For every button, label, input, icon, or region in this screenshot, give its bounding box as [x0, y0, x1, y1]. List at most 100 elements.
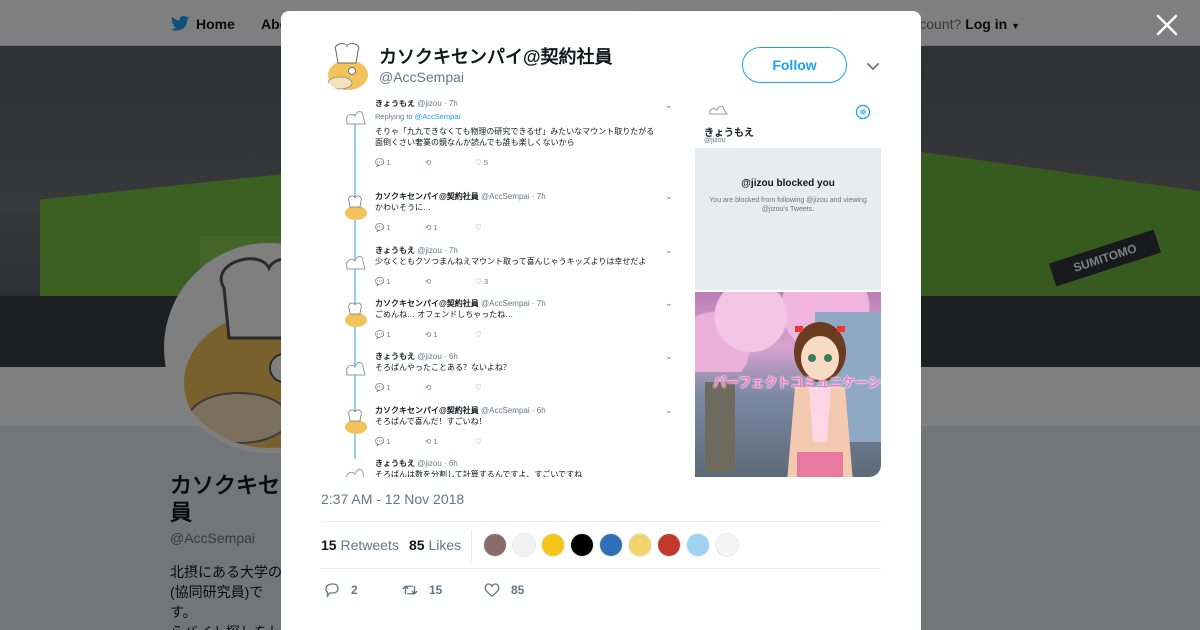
likers-avatars — [483, 533, 739, 557]
thread-retweet-count: ⟲ 1 — [425, 330, 438, 339]
thread-reply-count: 💬 1 — [375, 277, 391, 286]
thread-retweet-count: ⟲ — [425, 158, 432, 167]
replying-label: Replying to — [375, 112, 413, 121]
thread-actions: 💬 1 ⟲ ♡ 3 — [375, 277, 525, 286]
stone-pillar — [705, 382, 735, 472]
liker-avatar[interactable] — [483, 533, 507, 557]
thread-actions: 💬 1 ⟲ 1 ♡ — [375, 223, 525, 232]
reply-icon — [325, 583, 339, 599]
thread-like-count: ♡ 5 — [475, 158, 488, 167]
thread-text: ごめんね… オフェンドしちゃったね… — [375, 310, 514, 319]
retweets-stat[interactable]: 15 Retweets — [321, 537, 399, 553]
liker-avatar[interactable] — [541, 533, 565, 557]
tweet-media[interactable]: きょうもえ @jizou · 7h ⌄ Replying to @AccSemp… — [321, 100, 881, 477]
chevron-down-icon[interactable] — [865, 58, 881, 74]
thread-author-name: きょうもえ — [375, 352, 415, 361]
follow-button[interactable]: Follow — [742, 47, 847, 83]
thread-actions: 💬 1 ⟲ ♡ 5 — [375, 158, 525, 167]
liker-avatar[interactable] — [715, 533, 739, 557]
retweet-count: 15 — [429, 583, 443, 597]
blocked-notice-area: @jizou blocked you You are blocked from … — [695, 148, 881, 290]
thread-text: 少なくともクソつまんねえマウント取って喜んじゃうキッズよりは幸せだよ — [375, 257, 647, 266]
tweet-stats: 15 Retweets 85 Likes — [321, 521, 881, 569]
thread-tweet: きょうもえ @jizou · 7h ⌄ 少なくともクソつまんねえマウント取って喜… — [321, 245, 691, 298]
thread-like-count: ♡ 3 — [475, 277, 488, 286]
anime-girl-figure — [787, 322, 853, 477]
blocked-user-handle: @jizou — [704, 137, 726, 144]
chevron-down-icon: ⌄ — [665, 405, 673, 415]
thread-text: そろばんで喜んだ！すごいね！ — [375, 417, 487, 426]
thread-text: そろばんは数を分割して計算するんですよ、すごいですね — [375, 470, 583, 477]
thread-like-count: ♡ — [475, 437, 482, 446]
liker-avatar[interactable] — [570, 533, 594, 557]
author-avatar[interactable] — [321, 39, 373, 91]
thread-retweet-count: ⟲ 1 — [425, 223, 438, 232]
thread-author-name: きょうもえ — [375, 246, 415, 255]
thread-author-name: きょうもえ — [375, 459, 415, 468]
thread-reply-count: 💬 1 — [375, 383, 391, 392]
liker-avatar[interactable] — [657, 533, 681, 557]
thread-reply-count: 💬 1 — [375, 437, 391, 446]
duck-chef-icon — [345, 409, 367, 434]
thread-author-handle: @AccSempai · 7h — [481, 299, 546, 308]
media-blocked-screenshot[interactable]: きょうもえ @jizou @jizou blocked you You are … — [695, 100, 881, 290]
liker-avatar[interactable] — [599, 533, 623, 557]
thread-text: そりゃ「九九できなくても物理の研究できるぜ」みたいなマウント取りたがる — [375, 127, 655, 136]
thread-actions: 💬 1 ⟲ ♡ — [375, 383, 525, 392]
duck-outline-icon — [346, 362, 366, 376]
duck-chef-icon — [345, 302, 367, 327]
author-handle[interactable]: @AccSempai — [379, 69, 464, 85]
reply-count: 2 — [351, 583, 358, 597]
thread-author-name: カソクキセンパイ@契約社員 — [375, 299, 479, 308]
thread-author-handle: @jizou · 7h — [417, 246, 458, 255]
thread-author-name: カソクキセンパイ@契約社員 — [375, 406, 479, 415]
thread-text: そろばんやったことある？ないよね？ — [375, 363, 511, 372]
media-thread-screenshot[interactable]: きょうもえ @jizou · 7h ⌄ Replying to @AccSemp… — [321, 100, 691, 477]
duck-outline-icon — [709, 105, 728, 115]
liker-avatar[interactable] — [686, 533, 710, 557]
duck-outline-icon — [346, 256, 366, 270]
thread-reply-count: 💬 1 — [375, 223, 391, 232]
retweets-label: Retweets — [340, 537, 399, 553]
thread-author-handle: @AccSempai · 7h — [481, 192, 546, 201]
thread-like-count: ♡ — [475, 223, 482, 232]
thread-retweet-count: ⟲ 1 — [425, 437, 438, 446]
thread-author-handle: @AccSempai · 6h — [481, 406, 546, 415]
like-count: 85 — [511, 583, 525, 597]
chevron-down-icon: ⌄ — [665, 191, 673, 201]
heart-icon — [484, 583, 500, 597]
close-icon[interactable] — [1154, 12, 1180, 38]
thread-author-handle: @jizou · 6h — [417, 352, 458, 361]
thread-tweet: きょうもえ @jizou · 6h そろばんは数を分割して計算するんですよ、すご… — [321, 458, 691, 477]
likes-stat[interactable]: 85 Likes — [409, 537, 461, 553]
thread-like-count: ♡ — [475, 383, 482, 392]
thread-tweet: きょうもえ @jizou · 6h ⌄ そろばんやったことある？ないよね？ 💬 … — [321, 351, 691, 404]
duck-outline-icon — [346, 469, 365, 477]
thread-tweet: カソクキセンパイ@契約社員 @AccSempai · 7h ⌄ ごめんね… オフ… — [321, 298, 691, 351]
thread-retweet-count: ⟲ — [425, 277, 432, 286]
thread-author-name: カソクキセンパイ@契約社員 — [375, 192, 479, 201]
blocked-subtitle: You are blocked from following @jizou an… — [709, 197, 867, 213]
liker-avatar[interactable] — [628, 533, 652, 557]
thread-tweet: カソクキセンパイ@契約社員 @AccSempai · 6h ⌄ そろばんで喜んだ… — [321, 405, 691, 458]
author-name[interactable]: カソクキセンパイ@契約社員 — [379, 43, 613, 69]
media-anime-image[interactable]: パーフェクトコミュニケーシ — [695, 292, 881, 477]
tweet-timestamp[interactable]: 2:37 AM - 12 Nov 2018 — [321, 491, 464, 507]
chevron-down-icon: ⌄ — [665, 351, 673, 361]
thread-reply-count: 💬 1 — [375, 330, 391, 339]
reply-button[interactable]: 2 — [323, 581, 358, 599]
thread-text: 面倒くさい奢業の鏡なんか読んでも誰も楽しくないから — [375, 138, 575, 147]
like-button[interactable]: 85 — [483, 581, 524, 599]
settings-circle-icon — [855, 104, 871, 120]
liker-avatar[interactable] — [512, 533, 536, 557]
retweets-count: 15 — [321, 537, 337, 553]
image-caption: パーフェクトコミュニケーシ — [713, 375, 881, 390]
retweet-button[interactable]: 15 — [401, 581, 442, 599]
replying-to-handle: @AccSempai — [414, 112, 461, 121]
tweet-actions: 2 15 85 — [321, 579, 881, 603]
thread-author-name: きょうもえ — [375, 100, 415, 108]
thread-reply-count: 💬 1 — [375, 158, 391, 167]
blocked-title: @jizou blocked you — [741, 178, 835, 189]
thread-retweet-count: ⟲ — [425, 383, 432, 392]
thread-tweet: カソクキセンパイ@契約社員 @AccSempai · 7h ⌄ かわいそうに… … — [321, 191, 691, 244]
